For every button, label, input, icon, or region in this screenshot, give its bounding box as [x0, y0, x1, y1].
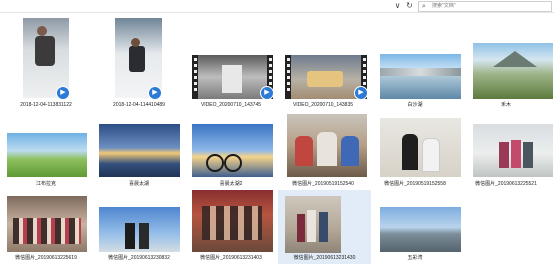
image-thumbnail — [285, 196, 341, 253]
image-thumbnail — [7, 133, 87, 177]
search-input[interactable]: ⌕ 搜索"文档" — [418, 1, 552, 12]
file-tile[interactable]: 喜晨太湖 — [93, 112, 185, 192]
file-tile[interactable]: ▶ VIDEO_20200710_143835 — [277, 16, 369, 110]
file-tile[interactable]: 微信图片_20190613230832 — [93, 190, 185, 266]
image-thumbnail — [192, 124, 273, 177]
image-thumbnail — [7, 196, 87, 252]
video-play-badge-icon: ▶ — [56, 86, 70, 100]
file-name: 五彩湾 — [407, 255, 423, 261]
file-tile[interactable]: ▶ VIDEO_20200710_143745 — [185, 16, 277, 110]
file-name: 喜晨太湖 — [128, 181, 149, 187]
video-play-badge-icon: ▶ — [260, 86, 274, 100]
file-tile[interactable]: 微信图片_20190613225521 — [460, 112, 553, 192]
file-name: 2018-12-04-113831122 — [20, 102, 72, 108]
file-tile[interactable]: ▶ 2018-12-04-113831122 — [0, 16, 92, 110]
image-thumbnail — [380, 207, 461, 252]
file-name: 2018-12-04-114410489 — [113, 102, 165, 108]
chevron-down-icon[interactable]: ∨ — [392, 1, 403, 11]
explorer-toolbar: ∨ ↻ ⌕ 搜索"文档" — [0, 0, 554, 13]
file-name: VIDEO_20200710_143745 — [200, 102, 262, 108]
file-tile-selected[interactable]: 微信图片_20190613231430 — [278, 190, 371, 264]
search-placeholder: 搜索"文档" — [432, 3, 456, 9]
file-tile[interactable]: 五彩湾 — [369, 190, 461, 266]
image-thumbnail — [380, 54, 461, 99]
file-tile[interactable]: 微信图片_20190519152540 — [277, 112, 369, 192]
file-name: 微信图片_20190519152558 — [384, 181, 446, 187]
file-tile[interactable]: 禾木 — [460, 16, 553, 110]
file-tile[interactable]: 微信图片_20190613225619 — [0, 190, 92, 266]
image-thumbnail — [473, 43, 553, 99]
file-name: VIDEO_20200710_143835 — [292, 102, 354, 108]
file-tile[interactable]: ▶ 2018-12-04-114410489 — [93, 16, 185, 110]
refresh-icon[interactable]: ↻ — [404, 1, 415, 11]
file-name: 微信图片_20190613225619 — [15, 255, 77, 261]
search-icon: ⌕ — [422, 3, 426, 10]
file-name: 微信图片_20190519152540 — [292, 181, 354, 187]
file-tile[interactable]: 微信图片_20190519152558 — [369, 112, 461, 192]
file-tile[interactable]: 白沙湖 — [369, 16, 461, 110]
file-name: 江布拉克 — [35, 181, 56, 187]
image-thumbnail — [380, 118, 461, 177]
image-thumbnail — [192, 190, 273, 252]
file-tile[interactable]: 微信图片_20190613231403 — [185, 190, 277, 266]
file-name: 微信图片_20190613225521 — [475, 181, 537, 187]
file-name: 微信图片_20190613230832 — [108, 255, 170, 261]
file-name: 禾木 — [500, 102, 511, 108]
file-name: 微信图片_20190613231430 — [293, 255, 356, 261]
file-tile[interactable]: 喜晨太湖2 — [185, 112, 277, 192]
file-name: 白沙湖 — [407, 102, 423, 108]
image-thumbnail — [99, 124, 180, 177]
video-play-badge-icon: ▶ — [354, 86, 368, 100]
image-thumbnail — [99, 207, 180, 252]
video-play-badge-icon: ▶ — [148, 86, 162, 100]
file-name: 微信图片_20190613231403 — [200, 255, 262, 261]
file-tile[interactable]: 江布拉克 — [0, 112, 92, 192]
image-thumbnail — [473, 124, 553, 177]
file-name: 喜晨太湖2 — [219, 181, 243, 187]
image-thumbnail — [287, 114, 367, 177]
